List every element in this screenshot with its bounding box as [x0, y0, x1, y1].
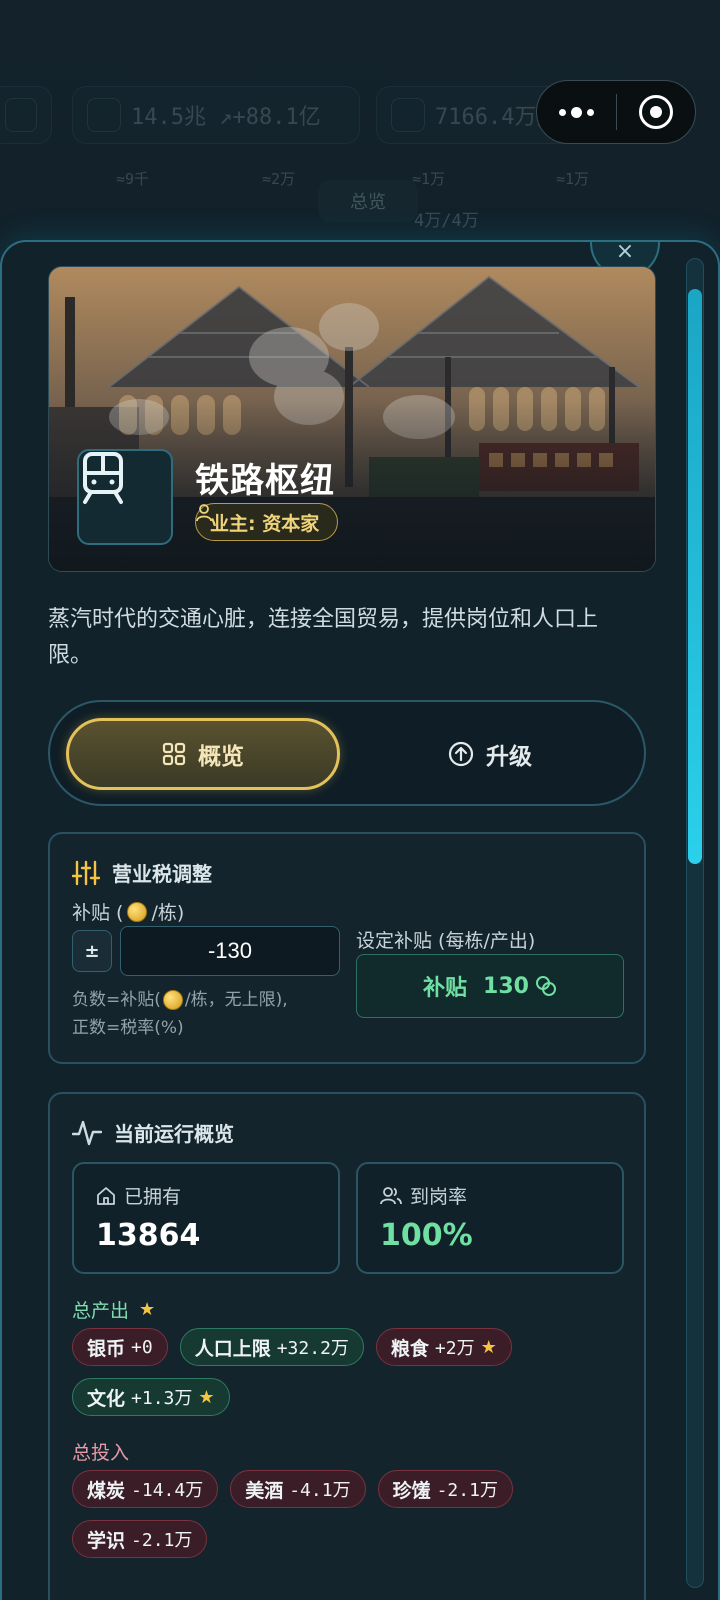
total-output-label: 总产出 ★ — [72, 1299, 156, 1322]
star-icon: ★ — [480, 1336, 497, 1358]
activity-icon — [72, 1120, 102, 1145]
user-icon — [196, 504, 212, 522]
building-detail-panel: × 铁路枢纽 业主: 资本家 蒸汽时代的交通心脏，连接全国贸易，提供岗位和人口上… — [0, 240, 720, 1600]
upgrade-arrow-icon — [448, 741, 474, 767]
background-sub: ≈2万 — [262, 170, 296, 188]
set-subsidy-text: 补贴 — [423, 976, 468, 1001]
sign-toggle-button[interactable]: ± — [72, 930, 112, 972]
miniprogram-capsule — [536, 80, 696, 144]
attendance-value: 100% — [380, 1218, 473, 1253]
exit-button[interactable] — [617, 81, 696, 143]
input-tag: 学识 -2.1万 — [72, 1520, 208, 1558]
operation-overview-card: 当前运行概览 已拥有 13864 到岗率 100% 总产出 ★ 银币 +0 人口… — [48, 1092, 646, 1600]
output-tag: 粮食 +2万 ★ — [375, 1328, 512, 1366]
output-tags: 银币 +0 人口上限 +32.2万 粮食 +2万 ★ 文化 +1.3万 ★ — [72, 1328, 632, 1416]
input-tag: 煤炭 -14.4万 — [72, 1470, 219, 1508]
set-subsidy-button[interactable]: 补贴 130 — [356, 954, 624, 1018]
background-sub: ≈9千 — [116, 170, 150, 188]
subsidy-label: 补贴 (/栋) — [72, 901, 185, 924]
subsidy-hint: 负数=补贴(/栋，无上限), 正数=税率(%) — [72, 986, 342, 1042]
tab-upgrade-label: 升级 — [486, 744, 532, 770]
more-button[interactable] — [537, 81, 616, 143]
background-sub: ≈1万 — [412, 170, 446, 188]
tab-upgrade[interactable]: 升级 — [350, 718, 630, 790]
overview-card-header: 当前运行概览 — [72, 1118, 234, 1147]
owned-label: 已拥有 — [96, 1182, 181, 1209]
tab-overview[interactable]: 概览 — [66, 718, 340, 790]
background-chip: 14.5兆 ↗+88.1亿 — [72, 86, 360, 144]
input-tag: 美酒 -4.1万 — [230, 1470, 366, 1508]
owned-value: 13864 — [96, 1218, 201, 1253]
input-tag: 珍馐 -2.1万 — [377, 1470, 513, 1508]
coin-icon — [162, 990, 183, 1010]
users-icon — [380, 1186, 402, 1204]
background-tab: 总览 — [318, 180, 418, 222]
star-icon: ★ — [139, 1299, 156, 1320]
close-icon: × — [615, 240, 635, 264]
overview-card-title: 当前运行概览 — [114, 1122, 234, 1146]
background-sub: ≈1万 — [556, 170, 590, 188]
background-sub: 4万/4万 — [414, 211, 479, 231]
sliders-icon — [72, 860, 100, 885]
scrollbar-thumb[interactable] — [688, 289, 702, 864]
output-tag: 人口上限 +32.2万 — [179, 1328, 364, 1366]
building-description: 蒸汽时代的交通心脏，连接全国贸易，提供岗位和人口上限。 — [48, 607, 599, 668]
tax-card-title: 营业税调整 — [112, 862, 212, 886]
train-icon — [77, 449, 173, 545]
hero-banner: 铁路枢纽 业主: 资本家 — [48, 266, 656, 572]
total-input-label: 总投入 — [72, 1442, 130, 1464]
owner-label: 业主: 资本家 — [210, 512, 320, 535]
home-icon — [97, 1186, 115, 1205]
input-tags: 煤炭 -14.4万 美酒 -4.1万 珍馐 -2.1万 学识 -2.1万 — [72, 1470, 632, 1558]
coin-icon — [127, 901, 148, 922]
attendance-label: 到岗率 — [380, 1182, 467, 1209]
owner-badge: 业主: 资本家 — [195, 503, 339, 541]
hint-line-1: 负数=补贴(/栋，无上限), — [72, 990, 288, 1010]
grid-icon — [162, 742, 186, 766]
output-tag: 银币 +0 — [72, 1328, 168, 1366]
panel-content: 铁路枢纽 业主: 资本家 蒸汽时代的交通心脏，连接全国贸易，提供岗位和人口上限。 — [48, 266, 656, 1600]
target-icon — [638, 95, 673, 129]
scrollbar[interactable] — [686, 258, 704, 1588]
tab-bar: 概览 升级 — [48, 700, 646, 806]
more-dots-icon — [558, 106, 594, 118]
star-icon: ★ — [198, 1386, 215, 1408]
set-subsidy-label: 设定补贴 (每栋/产出) — [356, 930, 536, 952]
background-chip — [0, 86, 52, 144]
subsidy-input[interactable] — [120, 926, 340, 976]
tab-overview-label: 概览 — [198, 744, 244, 770]
owned-stat: 已拥有 13864 — [72, 1162, 340, 1274]
tax-adjust-card: 营业税调整 补贴 (/栋) ± 负数=补贴(/栋，无上限), 正数=税率(%) … — [48, 832, 646, 1064]
coins-icon — [535, 976, 556, 996]
tax-card-header: 营业税调整 — [72, 858, 212, 887]
building-title: 铁路枢纽 — [195, 461, 335, 501]
output-tag: 文化 +1.3万 ★ — [72, 1378, 230, 1416]
attendance-stat: 到岗率 100% — [356, 1162, 624, 1274]
set-subsidy-value: 130 — [483, 973, 529, 999]
hint-line-2: 正数=税率(%) — [72, 1018, 184, 1038]
